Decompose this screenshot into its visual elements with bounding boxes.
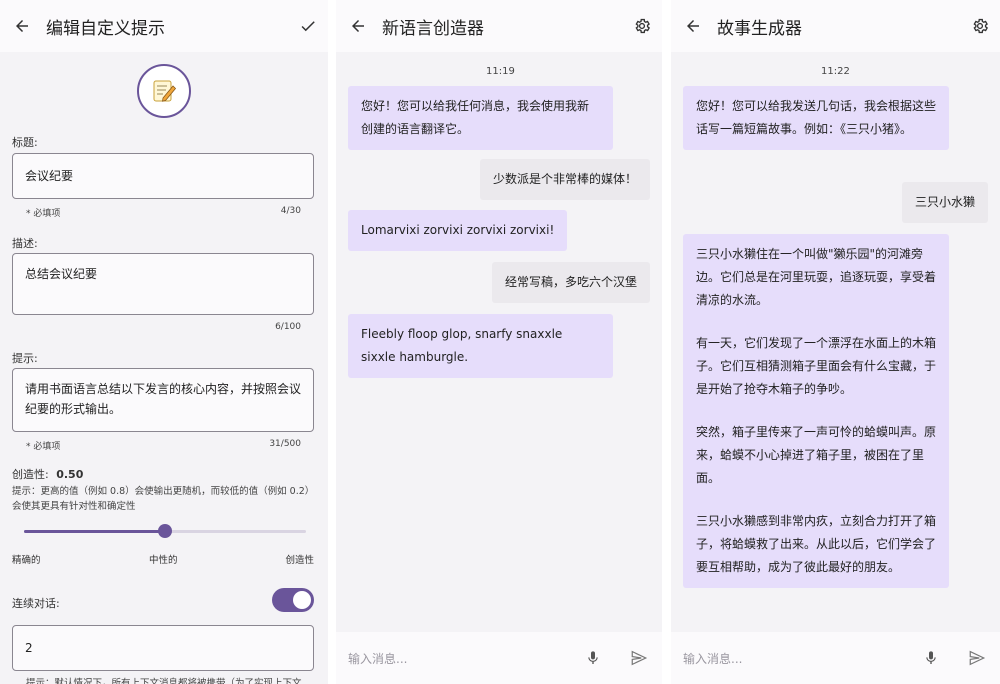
page-title: 编辑自定义提示 <box>46 18 165 39</box>
continuous-label: 连续对话: <box>12 597 60 610</box>
microphone-icon <box>926 651 936 664</box>
history-count-field[interactable]: 2 <box>12 625 314 671</box>
description-char-count: 6/100 <box>275 322 301 332</box>
message-timestamp: 11:22 <box>821 66 850 77</box>
voice-button[interactable] <box>908 632 954 684</box>
back-button[interactable] <box>336 0 380 52</box>
message-input[interactable]: 输入消息... <box>671 650 908 667</box>
gear-icon <box>973 18 989 34</box>
send-icon <box>969 650 986 666</box>
slider-label-mid: 中性的 <box>149 555 178 566</box>
slider-label-low: 精确的 <box>12 555 41 566</box>
arrow-left-icon <box>687 20 699 32</box>
bot-story: 三只小水獭住在一个叫做"獭乐园"的河滩旁边。它们总是在河里玩耍，追逐玩耍，享受着… <box>683 234 949 588</box>
settings-button[interactable] <box>622 0 662 52</box>
page-title: 新语言创造器 <box>382 18 484 39</box>
user-message: 少数派是个非常棒的媒体！ <box>479 159 650 200</box>
prompt-required-note: * 必填项 <box>26 442 61 452</box>
history-hint: 提示：默认情况下，所有上下文消息都将被携带（为了实现上下文 <box>26 678 302 684</box>
title-char-count: 4/30 <box>280 206 301 216</box>
slider-thumb[interactable] <box>158 524 172 538</box>
creativity-value: 0.50 <box>56 468 84 481</box>
edit-app-bar: 编辑自定义提示 <box>0 0 328 52</box>
bot-message: 您好！您可以给我任何消息，我会使用我新创建的语言翻译它。 <box>348 86 613 150</box>
microphone-icon <box>588 651 598 664</box>
prompt-avatar[interactable] <box>137 64 191 118</box>
back-button[interactable] <box>0 0 44 52</box>
message-input[interactable]: 输入消息... <box>336 650 570 667</box>
story-paragraph: 三只小水獭感到非常内疚，立刻合力打开了箱子，将蛤蟆救了出来。从此以后，它们学会了… <box>696 514 937 574</box>
language-app-bar: 新语言创造器 <box>336 0 662 52</box>
voice-button[interactable] <box>570 632 616 684</box>
story-paragraph: 有一天，它们发现了一个漂浮在水面上的木箱子。它们互相猜测箱子里面会有什么宝藏，于… <box>696 336 937 396</box>
confirm-button[interactable] <box>288 0 328 52</box>
language-chat-screen: 新语言创造器 11:19 您好！您可以给我任何消息，我会使用我新创建的语言翻译它… <box>336 0 662 684</box>
toggle-knob <box>293 591 311 609</box>
title-label: 标题: <box>12 136 38 149</box>
prompt-label: 提示: <box>12 352 38 365</box>
slider-fill <box>24 530 165 533</box>
bot-message: Lomarvixi zorvixi zorvixi zorvixi! <box>348 210 568 251</box>
bot-greeting: 您好！您可以给我发送几句话，我会根据这些话写一篇短篇故事。例如：《三只小猪》。 <box>683 86 949 150</box>
prompt-char-count: 31/500 <box>269 439 301 449</box>
story-app-bar: 故事生成器 <box>671 0 1000 52</box>
title-field[interactable]: 会议纪要 <box>12 153 314 199</box>
story-paragraph: 三只小水獭住在一个叫做"獭乐园"的河滩旁边。它们总是在河里玩耍，追逐玩耍，享受着… <box>696 247 937 307</box>
send-button[interactable] <box>954 632 1000 684</box>
arrow-left-icon <box>352 20 364 32</box>
prompt-field[interactable]: 请用书面语言总结以下发言的核心内容，并按照会议纪要的形式输出。 <box>12 368 314 432</box>
story-chat-screen: 故事生成器 11:22 您好！您可以给我发送几句话，我会根据这些话写一篇短篇故事… <box>671 0 1000 684</box>
user-message: 经常写稿，多吃六个汉堡 <box>491 262 650 303</box>
creativity-slider[interactable] <box>24 524 306 538</box>
creativity-hint: 提示：更高的值（例如 0.8）会使输出更随机，而较低的值（例如 0.2）会使其更… <box>12 486 315 512</box>
continuous-toggle[interactable] <box>272 588 314 612</box>
description-field[interactable]: 总结会议纪要 <box>12 253 314 315</box>
user-message: 三只小水獭 <box>901 182 988 223</box>
creativity-row: 创造性: 0.50 <box>12 466 83 482</box>
creativity-label: 创造性: <box>12 468 49 481</box>
gear-icon <box>635 18 651 34</box>
story-paragraph: 突然，箱子里传来了一声可怜的蛤蟆叫声。原来，蛤蟆不小心掉进了箱子里，被困在了里面… <box>696 425 937 485</box>
memo-icon <box>153 80 177 102</box>
slider-label-high: 创造性 <box>285 555 314 566</box>
send-icon <box>631 650 648 666</box>
message-composer: 输入消息... <box>671 632 1000 684</box>
check-icon <box>301 21 315 32</box>
description-label: 描述: <box>12 237 38 250</box>
page-title: 故事生成器 <box>717 18 802 39</box>
send-button[interactable] <box>616 632 662 684</box>
settings-button[interactable] <box>960 0 1000 52</box>
message-composer: 输入消息... <box>336 632 662 684</box>
title-required-note: * 必填项 <box>26 209 61 219</box>
back-button[interactable] <box>671 0 715 52</box>
bot-message: Fleebly floop glop, snarfy snaxxle sixxl… <box>348 314 613 378</box>
edit-prompt-screen: 编辑自定义提示 标题: 会议纪要 * 必填项 4/30 描述: 总结会议纪要 6… <box>0 0 328 684</box>
message-timestamp: 11:19 <box>486 66 515 77</box>
arrow-left-icon <box>16 20 28 32</box>
